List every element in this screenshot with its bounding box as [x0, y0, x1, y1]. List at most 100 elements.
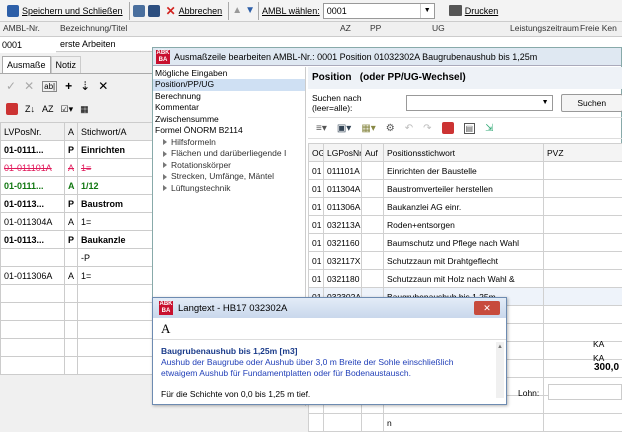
main-toolbar: Speichern und Schließen ✕ Abbrechen ▲ ▼ … [0, 0, 622, 22]
list-item-label: Flächen und darüberliegende I [171, 148, 286, 158]
grid-icon[interactable]: ▦ [80, 104, 89, 115]
chart-icon[interactable]: ▦▾ [361, 123, 375, 134]
list-item[interactable]: Strecken, Umfänge, Mäntel [153, 171, 305, 183]
lohn-field[interactable] [548, 384, 622, 400]
delete-icon[interactable]: ✕ [24, 79, 34, 93]
langtext-footer: Für die Schichte von 0,0 bis 1,25 m tief… [161, 389, 498, 400]
undo-icon[interactable]: ↶ [405, 123, 413, 134]
langtext-content[interactable]: Baugrubenaushub bis 1,25m [m3] Aushub de… [153, 340, 506, 406]
cancel-button[interactable]: ✕ Abbrechen [163, 1, 226, 21]
sort-az-icon[interactable]: AZ [42, 104, 54, 114]
cell-stichwort: Baumschutz und Pflege nach Wahl [384, 234, 544, 252]
abl-icon[interactable]: ab| [42, 81, 57, 92]
pdf-icon[interactable] [6, 103, 18, 115]
cell-pvz [544, 162, 622, 180]
expand-arrow-icon[interactable] [163, 174, 167, 180]
table-row[interactable]: 01-0111...PEinrichten [1, 141, 156, 159]
list-item[interactable]: Rotationskörper [153, 160, 305, 172]
columns-icon[interactable]: ≡▾ [316, 123, 327, 134]
search-button[interactable]: Suchen [561, 94, 622, 112]
ambl-nr-field[interactable] [0, 37, 56, 53]
table-row[interactable] [1, 339, 156, 357]
table-row[interactable]: -P [1, 249, 156, 267]
preview-icon[interactable]: ▤ [464, 123, 476, 134]
summary-value: 300,0 [594, 362, 619, 373]
tab-notiz[interactable]: Notiz [51, 56, 82, 73]
filter-icon[interactable]: ☑▾ [61, 104, 74, 115]
chevron-down-icon: ▼ [542, 99, 549, 106]
arrow-down-icon[interactable]: ▼ [245, 5, 255, 16]
table-row[interactable] [1, 357, 156, 375]
export-icon[interactable]: ⇲ [485, 123, 493, 134]
table-row[interactable]: 01-0113...PBaukanzle [1, 231, 156, 249]
cell-auf [362, 162, 384, 180]
cell-a: P [65, 195, 78, 213]
list-item[interactable]: Flächen und darüberliegende I [153, 148, 305, 160]
table-cell: n [384, 414, 544, 432]
table-row[interactable]: 01032113ARoden+entsorgen [309, 216, 622, 234]
toolbar-separator [129, 2, 130, 20]
table-row[interactable] [1, 285, 156, 303]
list-item[interactable]: Position/PP/UG [153, 79, 305, 91]
table-row[interactable]: 01-011101AA1= [1, 159, 156, 177]
table-row[interactable]: 01-0113...PBaustrom [1, 195, 156, 213]
expand-arrow-icon[interactable] [163, 151, 167, 157]
save-as-icon[interactable] [133, 5, 145, 17]
insert-icon[interactable]: ⇣ [80, 79, 90, 93]
redo-icon[interactable]: ↷ [423, 123, 431, 134]
left-panel: Ausmaße Notiz ✓ ✕ ab| + ⇣ ✕ Z↓ AZ ☑▾ ▦ L… [0, 56, 155, 405]
cell-stichwort: Baustromverteiler herstellen [384, 180, 544, 198]
sort-icon[interactable]: Z↓ [25, 104, 35, 114]
scrollbar[interactable]: ▲ [496, 342, 504, 398]
cell-stichwort: 1/12 [78, 177, 156, 195]
table-row[interactable]: 01-011304AA1= [1, 213, 156, 231]
expand-arrow-icon[interactable] [163, 139, 167, 145]
list-item[interactable]: Berechnung [153, 91, 305, 103]
list-item[interactable]: Hilfsformeln [153, 137, 305, 149]
toolbar-separator [258, 2, 259, 20]
table-row[interactable]: 01-011306AA1= [1, 267, 156, 285]
print-button[interactable]: Drucken [446, 1, 502, 21]
expand-arrow-icon[interactable] [163, 162, 167, 168]
list-item[interactable]: Kommentar [153, 102, 305, 114]
remove-icon[interactable]: ✕ [98, 79, 108, 93]
expand-arrow-icon[interactable] [163, 185, 167, 191]
col-og: OG [309, 144, 324, 162]
table-row[interactable]: n [309, 414, 622, 432]
cancel-label: Abbrechen [179, 6, 223, 16]
langtext-body: Aushub der Baugrube oder Aushub über 3,0… [161, 357, 461, 379]
disk-icon[interactable] [148, 5, 160, 17]
tab-ausmasse[interactable]: Ausmaße [2, 56, 51, 73]
left-toolbar-1: ✓ ✕ ab| + ⇣ ✕ [0, 74, 155, 98]
ambl-select[interactable]: 0001 ▼ [323, 3, 435, 19]
cell-stichwort: 1= [78, 213, 156, 231]
search-input[interactable]: ▼ [406, 95, 552, 111]
table-row[interactable]: 01011306ABaukanzlei AG einr. [309, 198, 622, 216]
pdf-icon[interactable] [442, 122, 454, 134]
cell-lvposnr: 01-0111... [1, 141, 65, 159]
add-icon[interactable]: + [65, 79, 72, 93]
settings-icon[interactable]: ⚙ [386, 123, 395, 134]
list-item-label: Hilfsformeln [171, 137, 216, 147]
table-row[interactable]: 01011304ABaustromverteiler herstellen [309, 180, 622, 198]
arrow-up-icon[interactable]: ▲ [232, 5, 242, 16]
table-row[interactable]: 010321160Baumschutz und Pflege nach Wahl [309, 234, 622, 252]
cell-lgposnr: 0321180 [324, 270, 362, 288]
save-close-button[interactable]: Speichern und Schließen [4, 1, 126, 21]
table-row[interactable] [1, 303, 156, 321]
cell-lvposnr: 01-0113... [1, 195, 65, 213]
close-button[interactable]: ✕ [474, 301, 500, 315]
list-item[interactable]: Formel ÖNORM B2114 [153, 125, 305, 137]
langtext-font-glyph[interactable]: A [153, 318, 506, 340]
table-row[interactable]: 01-0111...A1/12 [1, 177, 156, 195]
cell-pvz [544, 198, 622, 216]
table-row[interactable]: 01032117XSchutzzaun mit Drahtgeflecht [309, 252, 622, 270]
chevron-down-icon: ▼ [420, 4, 434, 18]
table-row[interactable] [1, 321, 156, 339]
table-row[interactable]: 010321180Schutzzaun mit Holz nach Wahl & [309, 270, 622, 288]
list-item[interactable]: Zwischensumme [153, 114, 305, 126]
table-row[interactable]: 01011101AEinrichten der Baustelle [309, 162, 622, 180]
check-icon[interactable]: ✓ [6, 79, 16, 93]
list-item[interactable]: Lüftungstechnik [153, 183, 305, 195]
tool-icon[interactable]: ▣▾ [337, 123, 351, 134]
